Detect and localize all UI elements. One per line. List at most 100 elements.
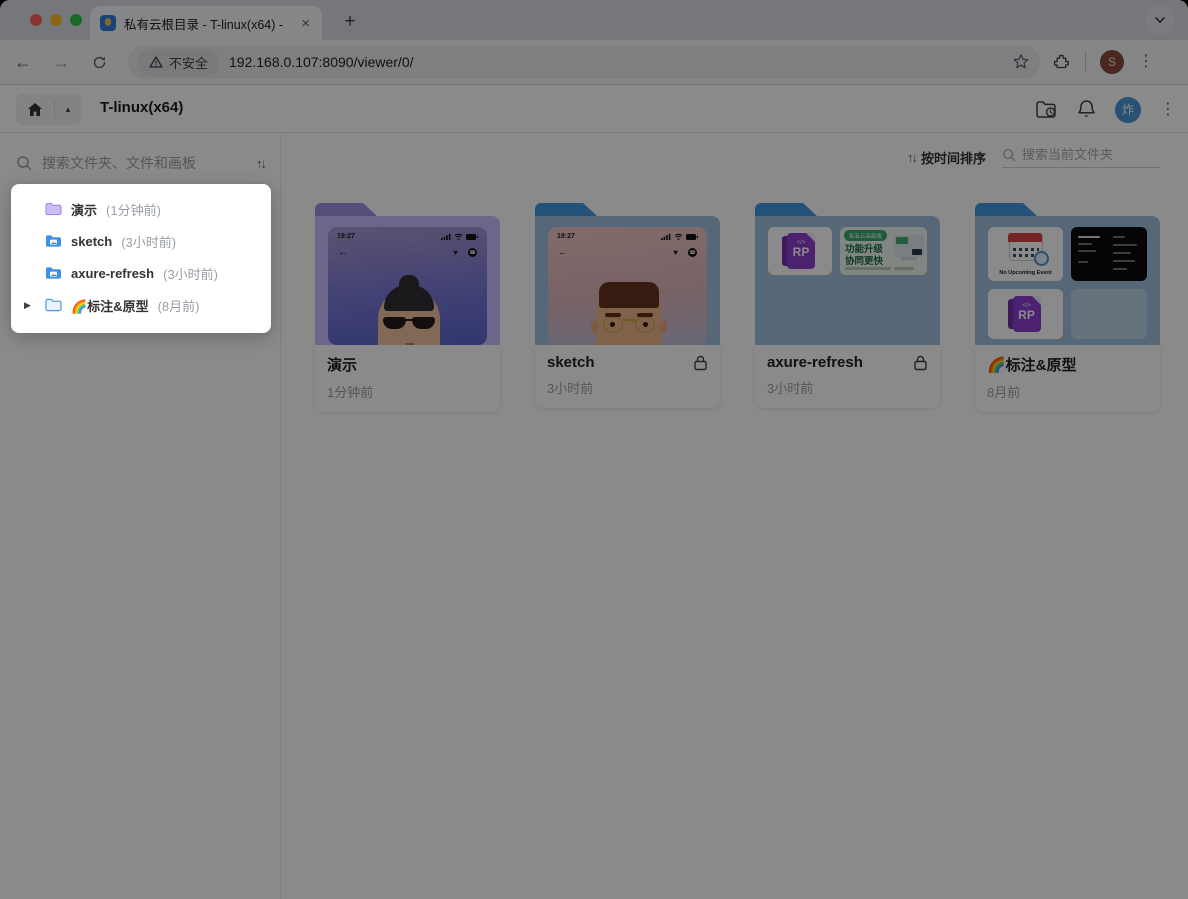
folder-card-sketch[interactable]: 19:27 ← ♥ ☎ sketch 3小时前 xyxy=(535,203,720,412)
forward-button[interactable]: → xyxy=(46,47,76,77)
sidebar-search[interactable]: ↑↓ xyxy=(0,145,281,181)
card-footer: sketch 3小时前 xyxy=(535,345,720,408)
browser-toolbar: ← → 不安全 192.168.0.107:8090/viewer/0/ S ⋮ xyxy=(0,40,1188,85)
browser-tab[interactable]: 私有云根目录 - T-linux(x64) - × xyxy=(90,6,322,40)
axure-rp-logo-icon: </> RP xyxy=(1007,296,1044,332)
window-zoom-button[interactable] xyxy=(70,14,82,26)
url-text[interactable]: 192.168.0.107:8090/viewer/0/ xyxy=(229,54,1002,70)
folder-tree-dropdown: 演示 (1分钟前) sketch (3小时前) axure-refresh (3… xyxy=(11,184,271,333)
folder-tab xyxy=(535,203,597,216)
page-title: T-linux(x64) xyxy=(100,99,184,116)
calendar-thumbnail: No Upcoming Event xyxy=(988,227,1063,281)
reload-button[interactable] xyxy=(84,47,114,77)
avatar-illustration xyxy=(591,282,667,345)
folder-card-axure-refresh[interactable]: </> RP 私有云高级版 功能升级 协同更快 axure-refresh 3小… xyxy=(755,203,940,412)
folder-image-blue-icon xyxy=(46,267,61,279)
toolbar-right-group: S ⋮ xyxy=(1052,50,1154,74)
folder-image-blue-icon xyxy=(46,235,61,247)
phone-preview: 19:27 ← ♥ ☎ xyxy=(548,227,707,345)
tree-item-sketch[interactable]: sketch (3小时前) xyxy=(11,225,271,257)
folder-body: No Upcoming Event </> RP xyxy=(975,216,1160,345)
search-icon xyxy=(17,156,32,171)
lock-icon xyxy=(914,355,927,370)
folder-tab xyxy=(755,203,817,216)
back-button[interactable]: ← xyxy=(8,47,38,77)
clock-icon xyxy=(1033,251,1049,266)
tree-item-label: 🌈标注&原型 xyxy=(71,298,149,314)
wifi-icon xyxy=(674,233,683,240)
home-nav-group: ▲ xyxy=(16,94,81,125)
sidebar: ↑↓ 演示 (1分钟前) sketch xyxy=(0,133,281,899)
notification-bell-icon[interactable] xyxy=(1077,99,1096,120)
calendar-icon xyxy=(1008,232,1049,266)
phone-status-bar: 19:27 xyxy=(548,227,707,240)
folder-card-biaozhu-yuanxing[interactable]: No Upcoming Event </> RP 🌈标注&原型 8月前 xyxy=(975,203,1160,412)
browser-menu-button[interactable]: ⋮ xyxy=(1138,54,1154,70)
viewer-page: ↑↓ 演示 (1分钟前) sketch xyxy=(0,133,1188,899)
security-label: 不安全 xyxy=(169,55,209,71)
search-icon xyxy=(1003,148,1016,161)
signal-icon xyxy=(661,233,671,240)
phone-nav-row: ← ♥ ☎ xyxy=(548,240,707,258)
browser-tab-strip: 私有云根目录 - T-linux(x64) - × + xyxy=(0,0,1188,40)
home-icon xyxy=(28,103,42,116)
toolbar-divider xyxy=(1085,52,1086,72)
wifi-icon xyxy=(454,233,463,240)
app-header: ▲ T-linux(x64) 炸 ⋮ xyxy=(0,86,1188,133)
phone-call-icon: ☎ xyxy=(688,248,697,257)
folder-time: 3小时前 xyxy=(767,381,814,396)
folder-time: 3小时前 xyxy=(547,381,594,396)
folder-search-input[interactable] xyxy=(1022,147,1152,162)
avatar-illustration xyxy=(378,275,440,345)
folder-name: 🌈标注&原型 xyxy=(987,357,1077,374)
app-menu-button[interactable]: ⋮ xyxy=(1160,101,1176,118)
window-minimize-button[interactable] xyxy=(50,14,62,26)
heart-icon: ♥ xyxy=(453,248,458,257)
expand-arrow-icon[interactable]: ▶ xyxy=(24,300,31,311)
phone-clock: 19:27 xyxy=(337,233,355,240)
main-content: ↑↓ 按时间排序 搜索当前文件夹 19:27 ← ♥ ☎ 演示 1分钟前 19:… xyxy=(281,133,1188,899)
folder-card-yanshi[interactable]: 19:27 ← ♥ ☎ 演示 1分钟前 xyxy=(315,203,500,412)
tree-item-label: 演示 xyxy=(71,202,98,218)
rp-file-thumbnail: </> RP xyxy=(768,227,832,275)
folder-name: axure-refresh xyxy=(767,354,863,371)
tab-close-icon[interactable]: × xyxy=(299,15,312,32)
browser-profile-avatar[interactable]: S xyxy=(1100,50,1124,74)
recent-folder-icon[interactable] xyxy=(1035,100,1058,120)
folder-tab xyxy=(315,203,377,216)
folder-search[interactable] xyxy=(1002,147,1160,168)
reload-icon xyxy=(93,56,105,68)
phone-nav-row: ← ♥ ☎ xyxy=(328,240,487,258)
address-bar[interactable]: 不安全 192.168.0.107:8090/viewer/0/ xyxy=(128,45,1040,79)
folder-name: 演示 xyxy=(327,357,358,374)
user-avatar[interactable]: 炸 xyxy=(1115,96,1141,123)
sort-by-time-control[interactable]: ↑↓ 按时间排序 xyxy=(907,148,986,167)
tree-item-time: (3小时前) xyxy=(163,266,218,282)
folder-purple-icon xyxy=(45,202,62,216)
window-close-button[interactable] xyxy=(30,14,42,26)
lock-icon xyxy=(694,355,707,370)
sunglasses-icon xyxy=(381,317,437,330)
tree-item-axure-refresh[interactable]: axure-refresh (3小时前) xyxy=(11,257,271,289)
up-level-button[interactable]: ▲ xyxy=(55,105,81,114)
sidebar-sort-icon[interactable]: ↑↓ xyxy=(256,156,267,171)
browser-window: 私有云根目录 - T-linux(x64) - × + ← → 不安全 192.… xyxy=(0,0,1188,899)
axure-rp-logo-icon: </> RP xyxy=(782,233,818,269)
bookmark-star-icon[interactable] xyxy=(1012,53,1030,71)
folder-body: 19:27 ← ♥ ☎ xyxy=(535,216,720,345)
tree-item-time: (1分钟前) xyxy=(106,202,161,218)
dark-screenshot-thumbnail xyxy=(1071,227,1147,281)
card-footer: 演示 1分钟前 xyxy=(315,345,500,412)
folder-time: 8月前 xyxy=(987,385,1021,400)
extensions-icon[interactable] xyxy=(1052,53,1071,72)
new-tab-button[interactable]: + xyxy=(336,9,364,37)
tree-item-label: sketch xyxy=(71,233,113,249)
tab-search-button[interactable] xyxy=(1146,7,1174,33)
folder-card-grid: 19:27 ← ♥ ☎ 演示 1分钟前 19:27 ← ♥ ☎ sketch 3… xyxy=(315,203,1160,412)
home-button[interactable] xyxy=(16,102,54,117)
heart-icon: ♥ xyxy=(673,248,678,257)
tree-item-yanshi[interactable]: 演示 (1分钟前) xyxy=(11,193,271,225)
tree-item-biaozhu-yuanxing[interactable]: ▶ 🌈标注&原型 (8月前) xyxy=(11,289,271,321)
site-security-chip[interactable]: 不安全 xyxy=(138,48,220,76)
sidebar-search-input[interactable] xyxy=(42,155,212,171)
